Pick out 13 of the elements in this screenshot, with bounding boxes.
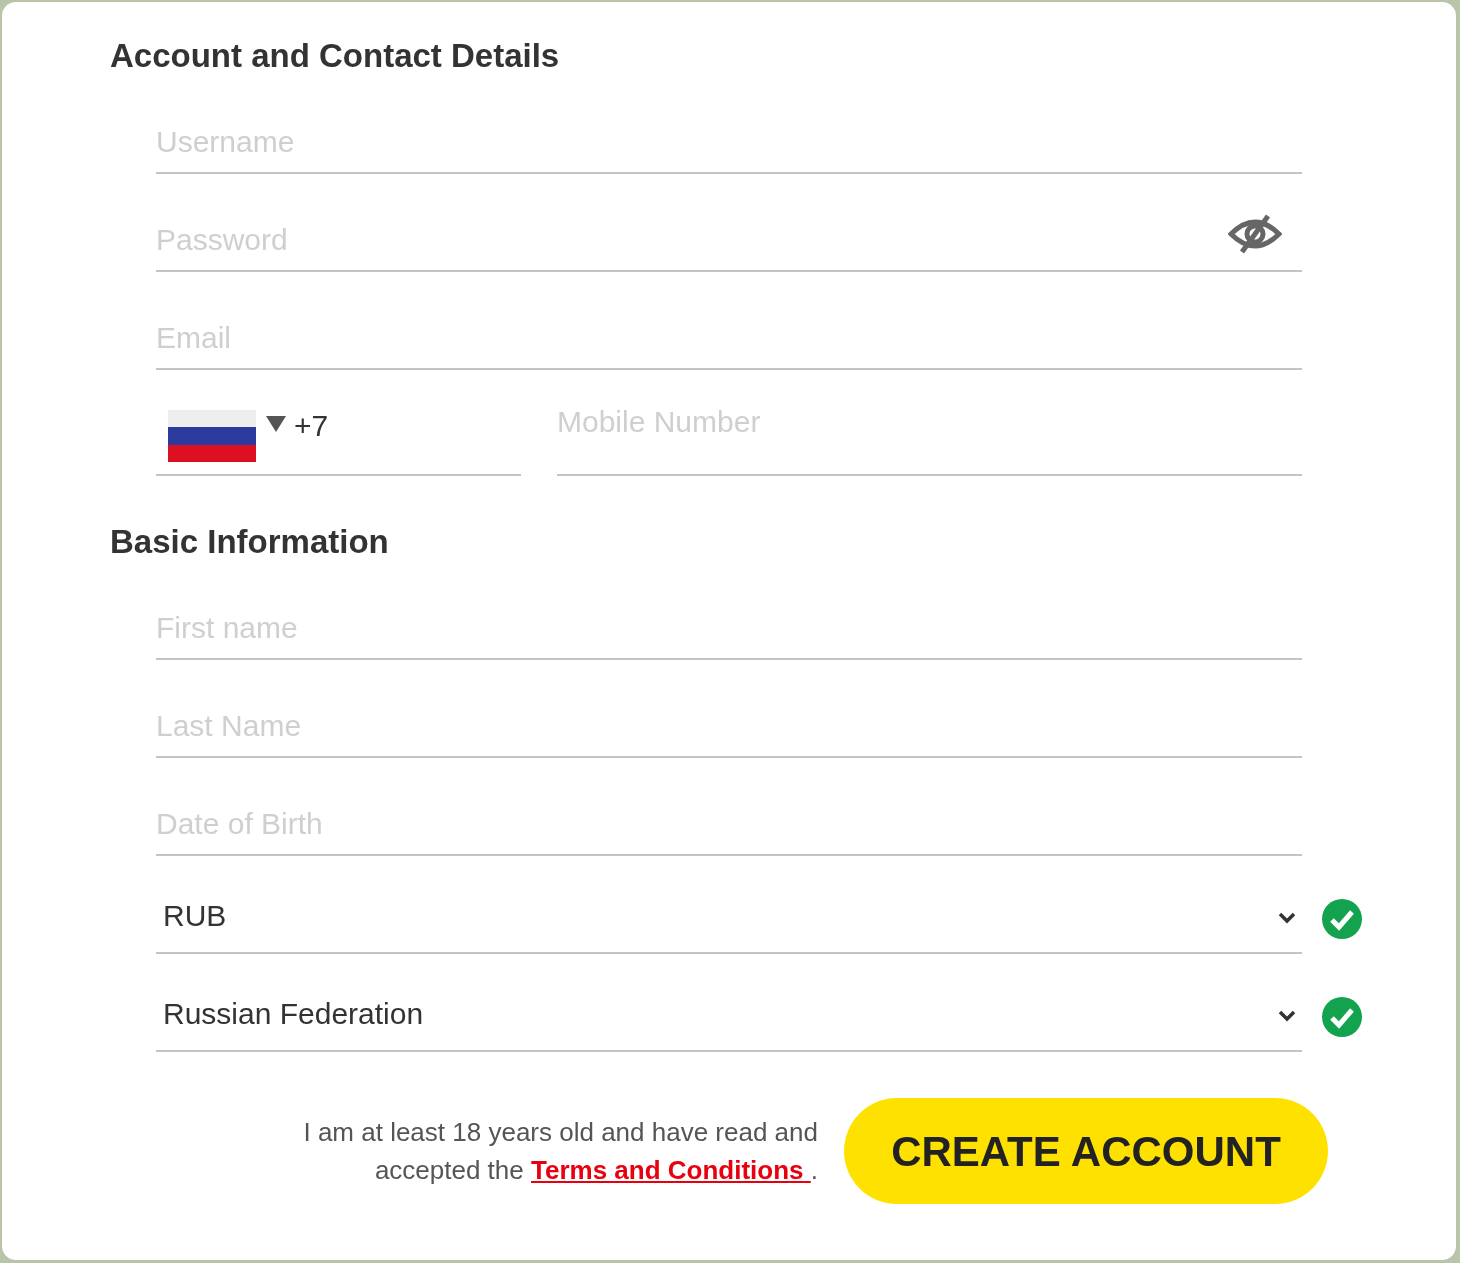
- terms-text: I am at least 18 years old and have read and accepted the Terms and Conditions .: [302, 1116, 818, 1187]
- chevron-down-icon: [1278, 1010, 1296, 1022]
- dropdown-triangle-icon: [266, 416, 286, 432]
- terms-link[interactable]: Terms and Conditions: [531, 1155, 811, 1185]
- dropdown-select[interactable]: Russian Federation: [156, 954, 1302, 1052]
- section-heading: Account and Contact Details: [110, 36, 561, 76]
- flag-icon: [168, 410, 256, 462]
- chevron-down-icon: [1278, 912, 1296, 924]
- create-account-button[interactable]: CREATE ACCOUNT: [844, 1098, 1328, 1204]
- section-heading: Basic Information: [110, 522, 390, 562]
- eye-slash-icon[interactable]: [1228, 212, 1282, 256]
- dropdown-select[interactable]: RUB: [156, 856, 1302, 954]
- country-code-select[interactable]: +7: [156, 370, 521, 476]
